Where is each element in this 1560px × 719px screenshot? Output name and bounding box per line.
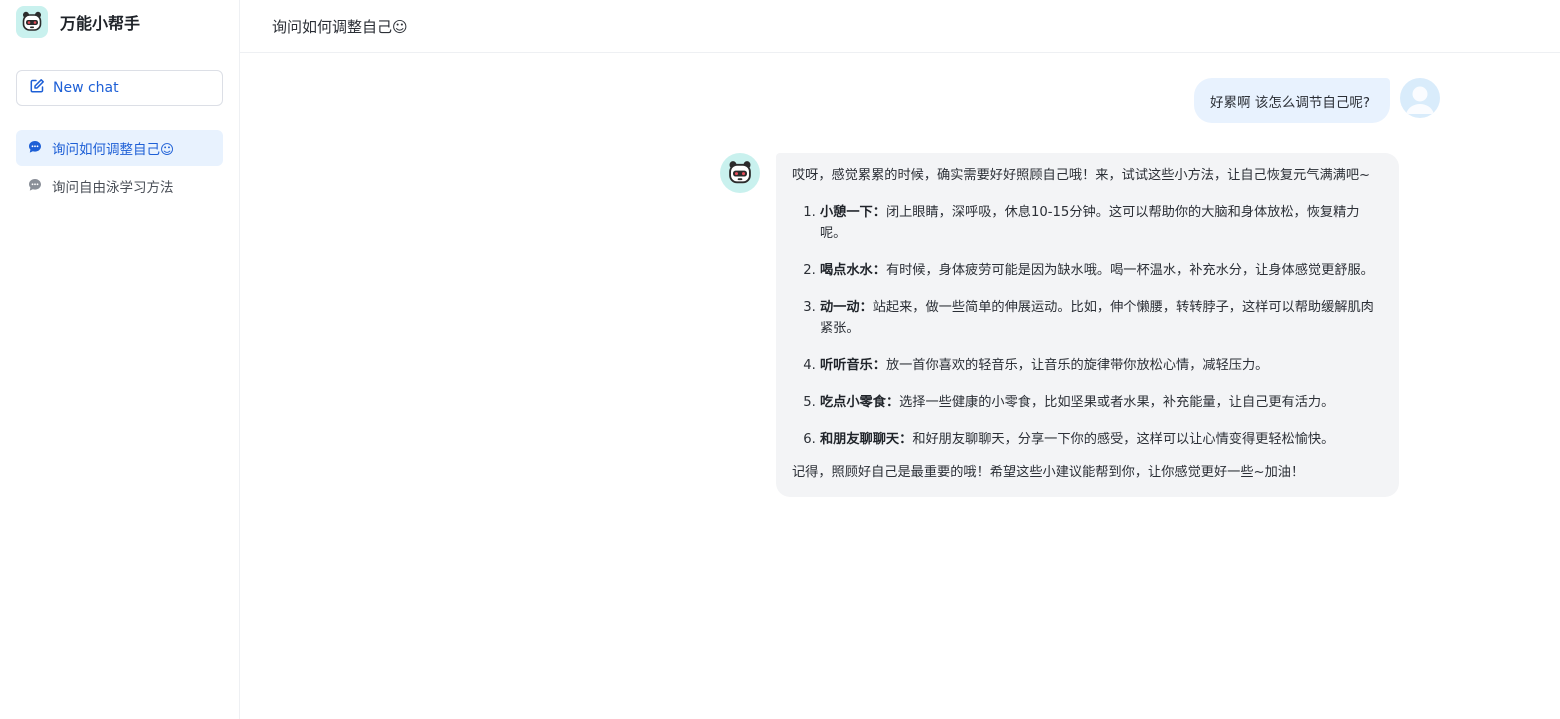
conversation-item-active[interactable]: 询问如何调整自己☺ [16, 130, 223, 166]
new-chat-button[interactable]: New chat [16, 70, 223, 106]
tip-title: 动一动 [820, 300, 860, 315]
tips-list: 小憩一下：闭上眼睛，深呼吸，休息10-15分钟。这可以帮助你的大脑和身体放松，恢… [792, 202, 1383, 450]
conversation-label: 询问如何调整自己☺ [52, 142, 175, 158]
tip-item: 听听音乐：放一首你喜欢的轻音乐，让音乐的旋律带你放松心情，减轻压力。 [820, 355, 1383, 376]
user-avatar-icon [1400, 78, 1440, 118]
robot-face-icon [16, 6, 48, 38]
tip-title: 和朋友聊聊天 [820, 432, 900, 447]
user-message-bubble: 好累啊 该怎么调节自己呢? [1194, 78, 1390, 123]
tip-item: 吃点小零食：选择一些健康的小零食，比如坚果或者水果，补充能量，让自己更有活力。 [820, 392, 1383, 413]
tip-title: 喝点水水 [820, 263, 873, 278]
user-message-text: 好累啊 该怎么调节自己呢? [1210, 94, 1370, 111]
tip-item: 和朋友聊聊天：和好朋友聊聊天，分享一下你的感受，这样可以让心情变得更轻松愉快。 [820, 429, 1383, 450]
assistant-message-bubble: 哎呀，感觉累累的时候，确实需要好好照顾自己哦！来，试试这些小方法，让自己恢复元气… [776, 153, 1399, 497]
app-root: 万能小帮手 New chat 询问如何调整自己☺ 询问自由泳学习方法 询问如何调… [0, 0, 1560, 719]
chat-bubble-icon [28, 139, 42, 158]
tip-title: 小憩一下 [820, 205, 873, 220]
robot-face-icon [720, 153, 760, 193]
user-message: 好累啊 该怎么调节自己呢? [1194, 78, 1440, 123]
chat-bubble-icon [28, 177, 42, 196]
brand: 万能小帮手 [16, 6, 140, 38]
conversation-list: 询问如何调整自己☺ 询问自由泳学习方法 [16, 130, 223, 206]
chat-main: 询问如何调整自己☺ 好累啊 该怎么调节自己呢? 哎呀，感觉累累的时候，确实需要好… [240, 0, 1560, 719]
chat-header: 询问如何调整自己☺ [240, 0, 1560, 53]
edit-icon [29, 78, 45, 98]
assistant-outro: 记得，照顾好自己是最重要的哦！希望这些小建议能帮到你，让你感觉更好一些~加油！ [792, 465, 1305, 480]
tip-text: 闭上眼睛，深呼吸，休息10-15分钟。这可以帮助你的大脑和身体放松，恢复精力呢。 [820, 205, 1360, 241]
chat-title: 询问如何调整自己☺ [272, 17, 408, 36]
assistant-intro: 哎呀，感觉累累的时候，确实需要好好照顾自己哦！来，试试这些小方法，让自己恢复元气… [792, 168, 1371, 183]
tip-text: 站起来，做一些简单的伸展运动。比如，伸个懒腰，转转脖子，这样可以帮助缓解肌肉紧张… [820, 300, 1374, 336]
tip-text: 选择一些健康的小零食，比如坚果或者水果，补充能量，让自己更有活力。 [899, 395, 1335, 410]
tip-item: 喝点水水：有时候，身体疲劳可能是因为缺水哦。喝一杯温水，补充水分，让身体感觉更舒… [820, 260, 1383, 281]
tip-title: 吃点小零食 [820, 395, 886, 410]
tip-text: 有时候，身体疲劳可能是因为缺水哦。喝一杯温水，补充水分，让身体感觉更舒服。 [885, 263, 1374, 278]
conversation-item[interactable]: 询问自由泳学习方法 [16, 168, 223, 204]
assistant-message: 哎呀，感觉累累的时候，确实需要好好照顾自己哦！来，试试这些小方法，让自己恢复元气… [720, 153, 1399, 497]
new-chat-label: New chat [53, 80, 119, 96]
tip-item: 动一动：站起来，做一些简单的伸展运动。比如，伸个懒腰，转转脖子，这样可以帮助缓解… [820, 297, 1383, 339]
sidebar: 万能小帮手 New chat 询问如何调整自己☺ 询问自由泳学习方法 [0, 0, 240, 719]
tip-title: 听听音乐 [820, 358, 873, 373]
app-name: 万能小帮手 [60, 14, 141, 33]
tip-text: 和好朋友聊聊天，分享一下你的感受，这样可以让心情变得更轻松愉快。 [912, 432, 1335, 447]
tip-item: 小憩一下：闭上眼睛，深呼吸，休息10-15分钟。这可以帮助你的大脑和身体放松，恢… [820, 202, 1383, 244]
tip-text: 放一首你喜欢的轻音乐，让音乐的旋律带你放松心情，减轻压力。 [885, 358, 1269, 373]
conversation-label: 询问自由泳学习方法 [52, 180, 174, 196]
